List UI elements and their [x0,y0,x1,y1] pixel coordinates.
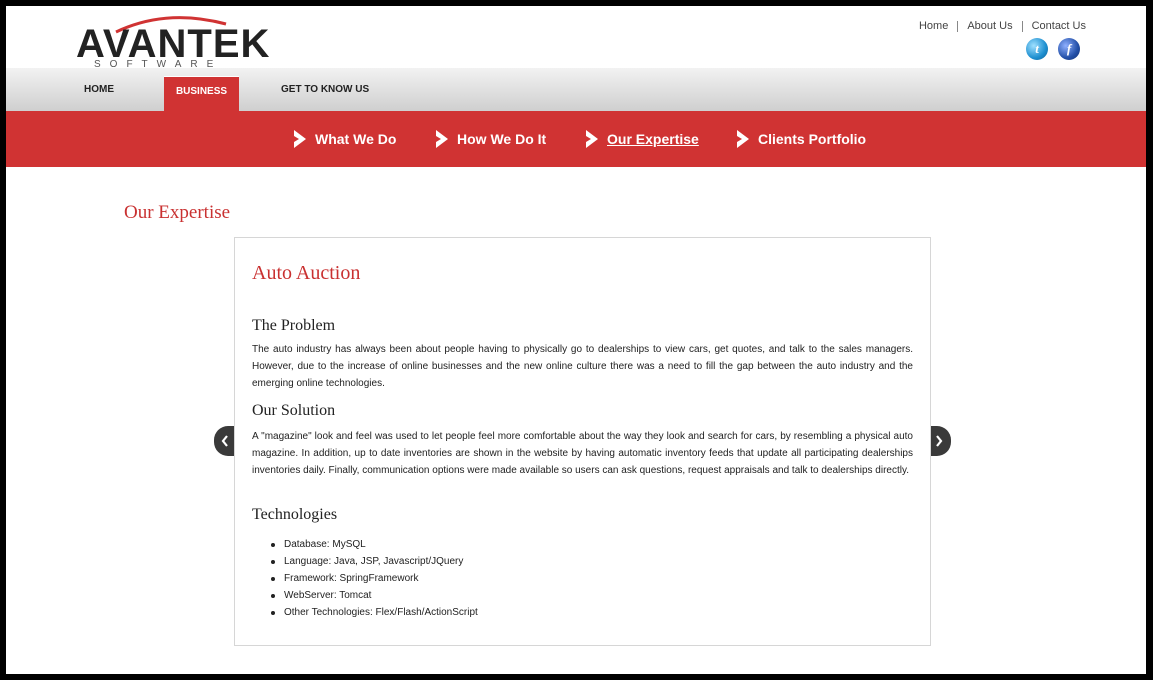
top-links: Home About Us Contact Us [919,20,1086,32]
subnav-label: How We Do It [457,131,547,147]
list-item: WebServer: Tomcat [271,587,478,604]
top-link-contact[interactable]: Contact Us [1032,20,1086,32]
problem-text: The auto industry has always been about … [252,344,913,389]
chevron-right-icon [436,129,448,148]
list-item: Language: Java, JSP, Javascript/JQuery [271,553,478,570]
chevron-right-icon [586,129,598,148]
nav-item-business[interactable]: BUSINESS [164,76,239,112]
subnav-our-expertise[interactable]: Our Expertise [583,111,699,167]
logo[interactable]: AVANTEK SOFTWARE [76,14,269,70]
main-nav: HOME BUSINESS GET TO KNOW US [6,68,1146,112]
subnav-label: Clients Portfolio [758,131,867,147]
subnav-label: What We Do [315,131,397,147]
subnav-what-we-do[interactable]: What We Do [291,111,396,167]
facebook-glyph: f [1066,41,1072,56]
twitter-glyph: t [1035,41,1039,56]
chevron-right-icon [737,129,749,148]
divider [1021,20,1023,32]
subnav-how-we-do-it[interactable]: How We Do It [433,111,546,167]
chevron-right-icon [936,435,943,447]
top-link-about[interactable]: About Us [967,20,1012,32]
facebook-icon[interactable]: f [1058,38,1080,60]
card-title: Auto Auction [252,262,361,284]
technologies-heading: Technologies [252,506,338,523]
list-item: Framework: SpringFramework [271,570,478,587]
next-button[interactable] [929,426,951,456]
twitter-icon[interactable]: t [1026,38,1048,60]
subnav-clients-portfolio[interactable]: Clients Portfolio [734,111,866,167]
chevron-left-icon [221,435,228,447]
header: AVANTEK SOFTWARE Home About Us Contact Us … [6,6,1146,70]
logo-name: AVANTEK [76,22,271,66]
technologies-list: Database: MySQL Language: Java, JSP, Jav… [271,536,478,621]
prev-button[interactable] [214,426,236,456]
list-item: Other Technologies: Flex/Flash/ActionScr… [271,604,478,621]
page: AVANTEK SOFTWARE Home About Us Contact Us … [6,6,1146,674]
sub-nav: What We Do How We Do It Our Expertise Cl… [6,111,1146,167]
top-link-home[interactable]: Home [919,20,948,32]
chevron-right-icon [294,129,306,148]
solution-heading: Our Solution [252,402,336,419]
nav-item-get-to-know-us[interactable]: GET TO KNOW US [281,68,369,111]
page-title: Our Expertise [124,202,231,223]
subnav-label: Our Expertise [607,131,699,147]
divider [957,20,959,32]
list-item: Database: MySQL [271,536,478,553]
problem-heading: The Problem [252,317,336,334]
nav-item-home[interactable]: HOME [84,68,114,111]
project-card: Auto Auction The Problem The auto indust… [234,237,931,646]
solution-text: A "magazine" look and feel was used to l… [252,431,913,476]
